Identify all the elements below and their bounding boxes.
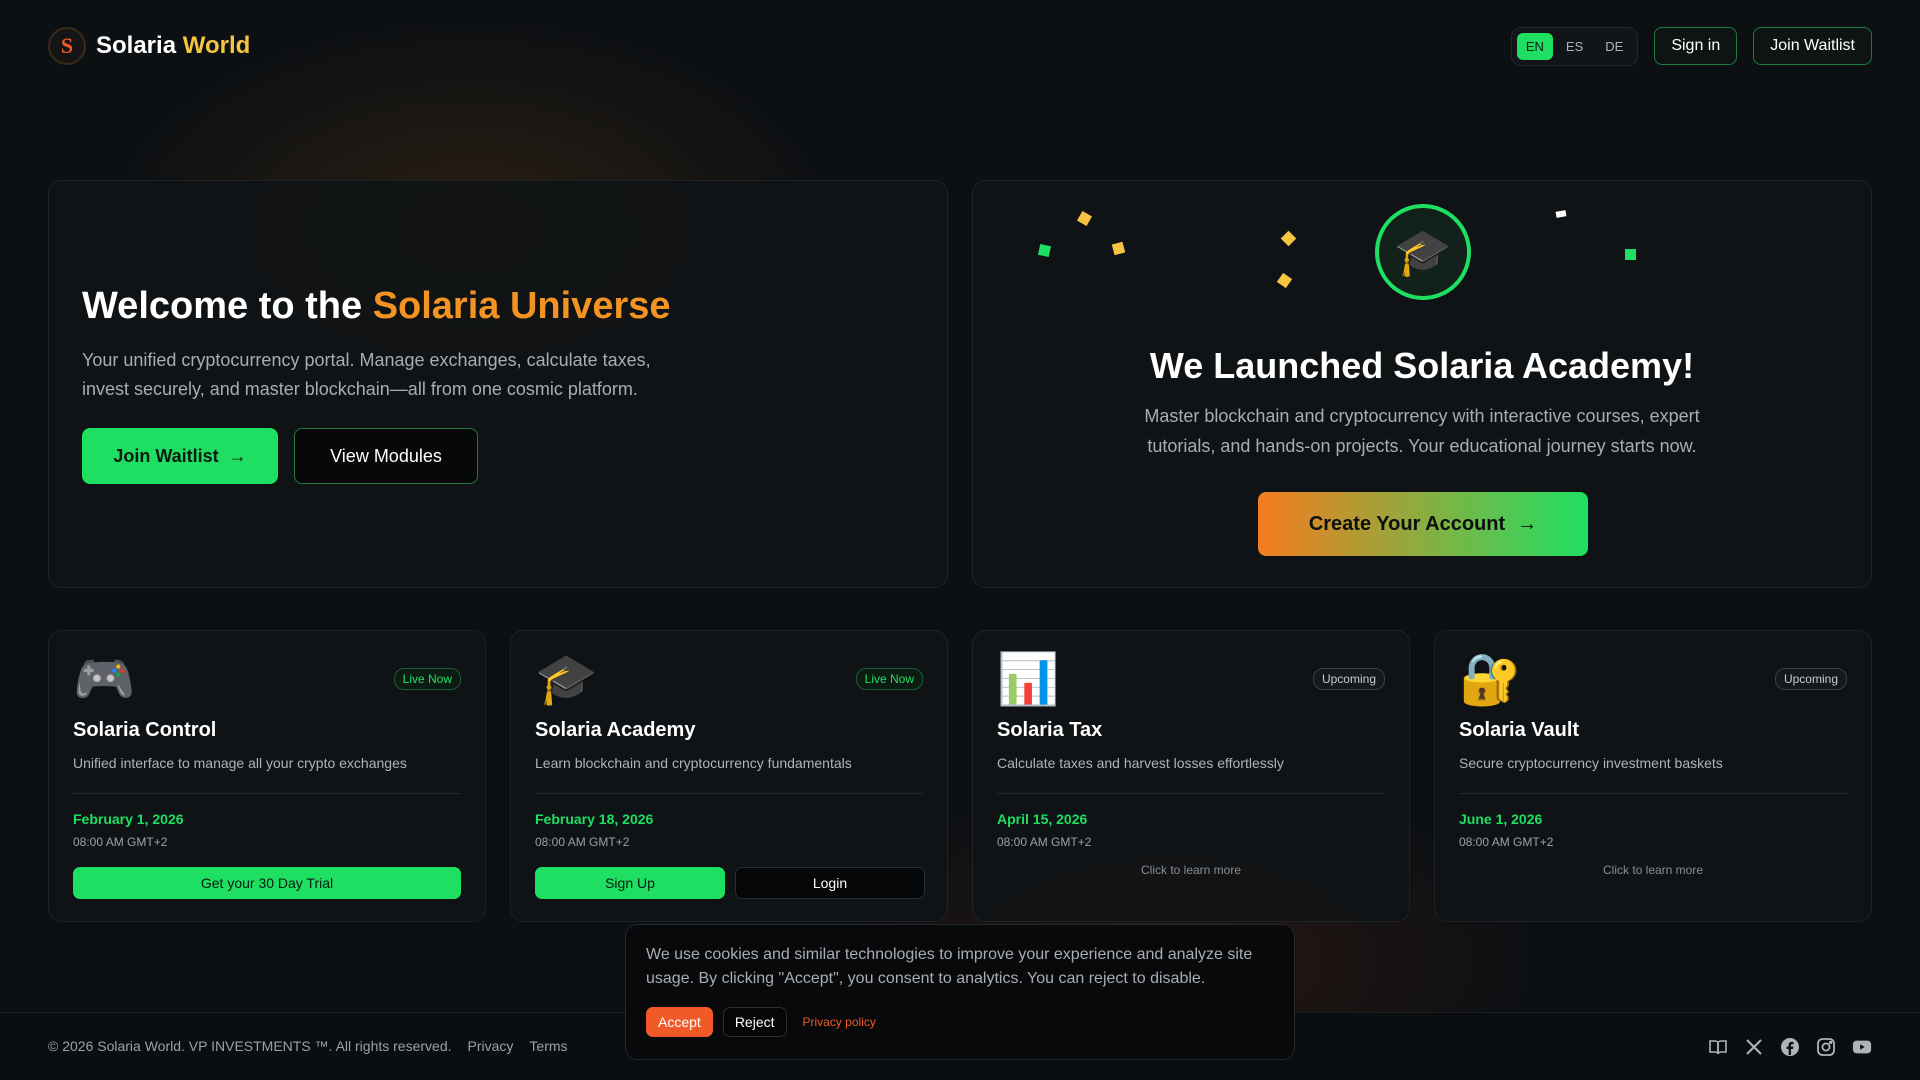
hero-welcome-card: Welcome to the Solaria Universe Your uni… (48, 180, 948, 588)
module-card-tax[interactable]: 📊 Upcoming Solaria Tax Calculate taxes a… (972, 630, 1410, 922)
brand-name: Solaria World (96, 32, 250, 60)
hero-title: Welcome to the Solaria Universe (82, 285, 671, 328)
learn-more-link[interactable]: Click to learn more (1435, 863, 1871, 877)
sign-up-button[interactable]: Sign Up (535, 867, 725, 899)
module-description: Unified interface to manage all your cry… (73, 755, 407, 771)
module-time: 08:00 AM GMT+2 (73, 835, 168, 849)
module-date: February 1, 2026 (73, 811, 184, 827)
brand[interactable]: S Solaria World (48, 27, 250, 65)
divider (73, 793, 461, 794)
create-account-button[interactable]: Create Your Account → (1258, 492, 1588, 556)
module-description: Learn blockchain and cryptocurrency fund… (535, 755, 852, 771)
privacy-policy-link[interactable]: Privacy policy (803, 1015, 876, 1029)
lock-key-icon: 🔐 (1459, 651, 1522, 707)
status-badge: Upcoming (1312, 668, 1385, 690)
bar-chart-icon: 📊 (997, 651, 1060, 707)
graduation-cap-icon: 🎓 (535, 651, 598, 707)
module-card-academy[interactable]: 🎓 Live Now Solaria Academy Learn blockch… (510, 630, 948, 922)
divider (997, 793, 1385, 794)
module-card-control[interactable]: 🎮 Live Now Solaria Control Unified inter… (48, 630, 486, 922)
cookie-reject-button[interactable]: Reject (722, 1007, 787, 1037)
language-es[interactable]: ES (1557, 33, 1592, 60)
module-date: April 15, 2026 (997, 811, 1088, 827)
join-waitlist-header-button[interactable]: Join Waitlist (1753, 27, 1872, 65)
module-description: Secure cryptocurrency investment baskets (1459, 755, 1723, 771)
learn-more-link[interactable]: Click to learn more (973, 863, 1409, 877)
cookie-actions: Accept Reject Privacy policy (646, 1007, 876, 1037)
module-time: 08:00 AM GMT+2 (997, 835, 1092, 849)
hero-title-highlight: Solaria Universe (372, 285, 671, 327)
hero-buttons: Join Waitlist → View Modules (82, 428, 478, 484)
cookie-accept-button[interactable]: Accept (646, 1007, 713, 1037)
module-date: February 18, 2026 (535, 811, 654, 827)
module-title: Solaria Tax (997, 719, 1103, 741)
confetti-piece (1276, 272, 1293, 289)
academy-subtitle: Master blockchain and cryptocurrency wit… (1144, 406, 1700, 456)
youtube-icon[interactable] (1852, 1037, 1872, 1057)
instagram-icon[interactable] (1816, 1037, 1836, 1057)
site-header: S Solaria World EN ES DE Sign in Join Wa… (48, 22, 1872, 70)
logo-icon: S (48, 27, 86, 65)
language-en[interactable]: EN (1516, 32, 1553, 60)
game-controller-icon: 🎮 (73, 651, 136, 707)
confetti-piece (1625, 249, 1636, 260)
language-de[interactable]: DE (1596, 33, 1632, 60)
terms-link[interactable]: Terms (529, 1038, 567, 1054)
status-badge: Live Now (393, 668, 461, 690)
create-account-label: Create Your Account (1308, 512, 1506, 535)
copyright-text: © 2026 Solaria World. VP INVESTMENTS ™. … (48, 1038, 452, 1054)
brand-name-main: Solaria (96, 32, 177, 59)
social-links (1708, 1037, 1872, 1057)
view-modules-button[interactable]: View Modules (294, 428, 478, 484)
cookie-banner: We use cookies and similar technologies … (625, 924, 1295, 1060)
confetti-piece (1037, 243, 1052, 258)
privacy-link[interactable]: Privacy (468, 1038, 514, 1054)
divider (1459, 793, 1847, 794)
confetti-piece (1076, 210, 1093, 227)
academy-title: We Launched Solaria Academy! (1149, 345, 1695, 386)
module-title: Solaria Control (73, 719, 217, 741)
arrow-right-icon: → (228, 445, 247, 466)
module-time: 08:00 AM GMT+2 (535, 835, 630, 849)
divider (535, 793, 923, 794)
module-title: Solaria Academy (535, 719, 696, 741)
module-title: Solaria Vault (1459, 719, 1580, 741)
join-waitlist-label: Join Waitlist (113, 445, 219, 466)
sign-in-button[interactable]: Sign in (1654, 27, 1738, 65)
x-icon[interactable] (1744, 1037, 1764, 1057)
status-badge: Upcoming (1774, 668, 1847, 690)
trial-button[interactable]: Get your 30 Day Trial (73, 867, 461, 899)
academy-launch-card: 🎓 We Launched Solaria Academy! Master bl… (972, 180, 1872, 588)
arrow-right-icon: → (1517, 512, 1538, 535)
confetti-piece (1111, 241, 1126, 256)
cookie-text: We use cookies and similar technologies … (646, 946, 1253, 987)
module-description: Calculate taxes and harvest losses effor… (997, 755, 1284, 771)
facebook-icon[interactable] (1780, 1037, 1800, 1057)
login-button[interactable]: Login (735, 867, 925, 899)
header-actions: EN ES DE Sign in Join Waitlist (1510, 26, 1872, 66)
hero-subtitle: Your unified cryptocurrency portal. Mana… (82, 350, 651, 399)
footer-links: © 2026 Solaria World. VP INVESTMENTS ™. … (48, 1038, 568, 1054)
book-icon[interactable] (1708, 1037, 1728, 1057)
brand-name-accent: World (182, 32, 251, 59)
graduation-cap-icon: 🎓 (1375, 204, 1471, 300)
module-date: June 1, 2026 (1459, 811, 1543, 827)
confetti-piece (1280, 230, 1297, 247)
language-switcher: EN ES DE (1510, 26, 1639, 66)
status-badge: Live Now (855, 668, 923, 690)
module-card-vault[interactable]: 🔐 Upcoming Solaria Vault Secure cryptocu… (1434, 630, 1872, 922)
hero-title-plain: Welcome to the (82, 285, 363, 327)
confetti-piece (1555, 210, 1567, 218)
module-time: 08:00 AM GMT+2 (1459, 835, 1554, 849)
join-waitlist-button[interactable]: Join Waitlist → (82, 428, 278, 484)
